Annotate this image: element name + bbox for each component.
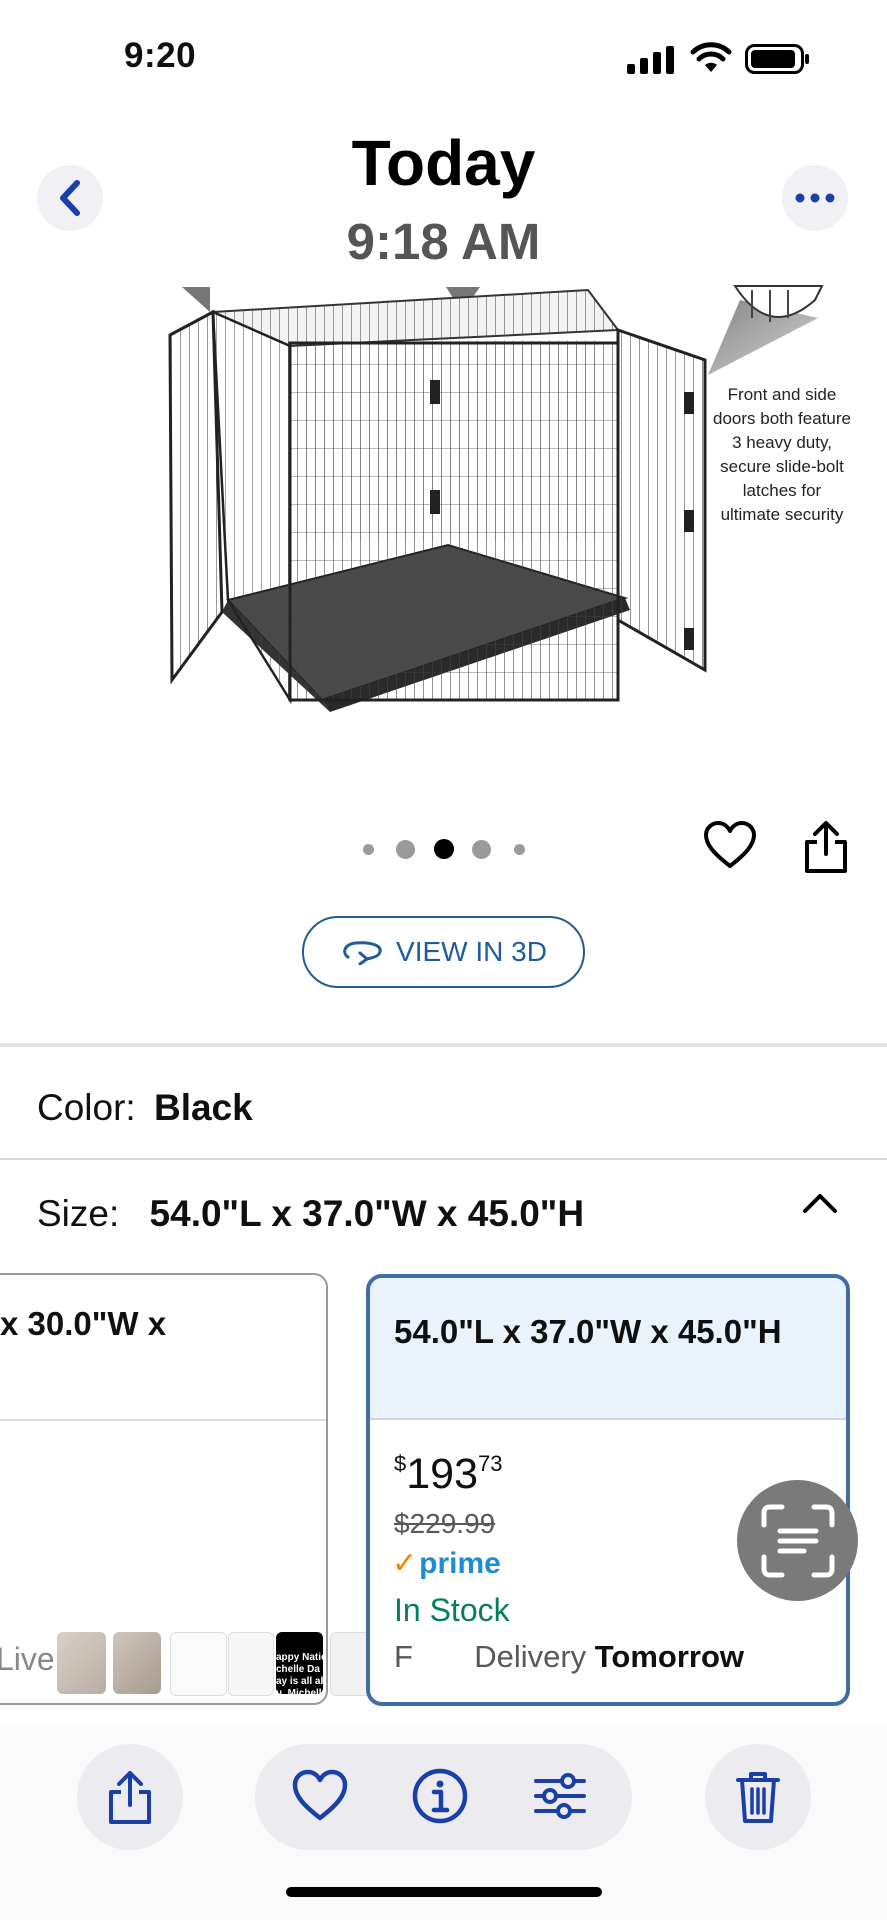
color-label: Color: [37,1087,136,1128]
heart-icon[interactable] [703,820,757,870]
image-callout-text: Front and side doors both feature 3 heav… [713,385,851,524]
delivery-when: Tomorrow [594,1639,745,1674]
section-divider [0,1043,887,1047]
adjust-icon[interactable] [530,1766,590,1826]
prime-label: prime [419,1547,501,1580]
size-option-header [0,1275,326,1421]
thumbnail[interactable]: appy Nation chelle Da ay is all ab u, Mi… [276,1632,323,1694]
signal-icon [627,46,674,74]
more-button[interactable] [782,165,848,231]
home-indicator [286,1887,602,1897]
view-in-3d-label: VIEW IN 3D [396,936,547,967]
delivery-middle: Delivery [474,1639,587,1674]
stock-status: In Stock [394,1592,510,1628]
size-row[interactable]: Size: 54.0"L x 37.0"W x 45.0"H [37,1193,584,1235]
rotate-3d-icon [343,941,382,965]
color-value: Black [153,1087,253,1128]
price-fraction: 73 [478,1451,503,1476]
thumbnail[interactable] [228,1632,274,1696]
carousel-dot[interactable] [472,840,491,859]
live-text-icon [761,1504,834,1577]
battery-icon [745,44,809,74]
toolbar-share-button[interactable] [77,1744,183,1850]
status-time: 9:20 [124,36,197,75]
price-currency: $ [394,1451,407,1476]
thumbnail-text: appy Nation chelle Da ay is all ab u, Mi… [276,1652,323,1694]
thumbnail[interactable] [113,1632,161,1694]
carousel-dot-active[interactable] [434,839,454,859]
delivery-prefix: F [394,1639,413,1674]
size-value: 54.0"L x 37.0"W x 45.0"H [149,1193,585,1234]
more-icon [795,193,835,203]
size-option-title: 54.0"L x 37.0"W x 45.0"H [394,1313,782,1350]
price: $19373 [394,1450,502,1499]
prime-badge: ✓prime [392,1546,501,1581]
size-label: Size: [37,1193,120,1234]
prime-check-icon: ✓ [392,1547,418,1580]
chevron-up-icon[interactable] [800,1190,840,1216]
share-icon [109,1771,151,1824]
color-row: Color: Black [37,1087,253,1129]
live-text-button[interactable] [737,1480,858,1601]
wifi-icon [690,42,732,72]
section-divider [0,1158,887,1160]
page-title: Today [351,127,536,199]
view-in-3d-button[interactable]: VIEW IN 3D [302,916,585,988]
thumbnail[interactable] [170,1632,227,1696]
toolbar-delete-button[interactable] [705,1744,811,1850]
price-whole: 193 [406,1450,478,1498]
carousel-dot[interactable] [396,840,415,859]
size-option-title: x 30.0"W x [0,1305,167,1342]
info-icon[interactable] [410,1766,470,1826]
carousel-dot[interactable] [363,844,374,855]
delivery-info: F Delivery Tomorrow [394,1639,744,1675]
list-price: $229.99 [394,1508,496,1539]
share-icon[interactable] [802,820,850,874]
thumbnail[interactable] [57,1632,106,1694]
page-subtitle: 9:18 AM [346,213,541,270]
heart-icon[interactable] [290,1766,350,1826]
carousel-dot[interactable] [514,844,525,855]
trash-icon [736,1772,780,1823]
